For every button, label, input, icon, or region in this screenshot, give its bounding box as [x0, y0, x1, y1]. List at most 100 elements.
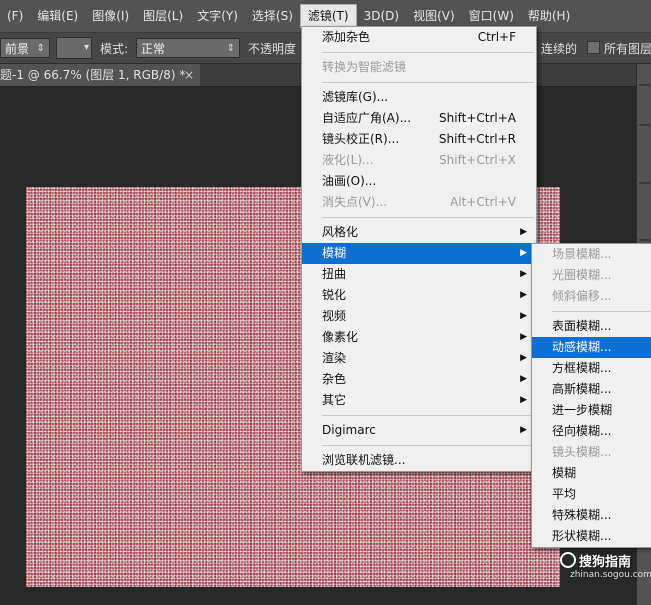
menubar-item[interactable]: 文字(Y): [190, 4, 245, 28]
menu-item[interactable]: 扭曲 ▶: [302, 264, 536, 285]
menu-item-label: 添加杂色: [322, 30, 371, 44]
menu-item[interactable]: 像素化 ▶: [302, 327, 536, 348]
menu-item-label: 像素化: [322, 330, 359, 344]
watermark-text: 搜狗指南: [579, 555, 632, 570]
menu-item[interactable]: 杂色 ▶: [302, 369, 536, 390]
menu-item-label: 视频: [322, 309, 347, 323]
pattern-picker[interactable]: ▾: [56, 37, 92, 59]
menu-item-label: 转换为智能滤镜: [322, 60, 407, 74]
menu-item-label: 倾斜偏移...: [552, 289, 612, 303]
menu-item[interactable]: 其它 ▶: [302, 390, 536, 411]
menu-item[interactable]: 平均: [532, 484, 651, 505]
submenu-arrow-icon: ▶: [520, 290, 527, 300]
menu-item[interactable]: 锐化 ▶: [302, 285, 536, 306]
menu-item-label: Digimarc: [322, 423, 376, 437]
menu-item: 镜头模糊...: [532, 442, 651, 463]
menu-item-label: 渲染: [322, 351, 347, 365]
menu-item[interactable]: 自适应广角(A)... Shift+Ctrl+A: [302, 108, 536, 129]
menu-item[interactable]: Digimarc ▶: [302, 420, 536, 441]
menu-item-label: 模糊: [552, 466, 577, 480]
menu-item-label: 径向模糊...: [552, 424, 612, 438]
menu-item[interactable]: 添加杂色 Ctrl+F: [302, 27, 536, 48]
menu-item: 消失点(V)... Alt+Ctrl+V: [302, 192, 536, 213]
menu-item-label: 液化(L)...: [322, 153, 374, 167]
menu-item: 转换为智能滤镜: [302, 57, 536, 78]
menu-item[interactable]: 进一步模糊: [532, 400, 651, 421]
select-arrow-icon: ⇕: [36, 43, 45, 54]
menu-item[interactable]: 方框模糊...: [532, 358, 651, 379]
menu-item-shortcut: Shift+Ctrl+A: [439, 111, 516, 125]
menubar-item[interactable]: 图像(I): [85, 4, 136, 28]
menu-item-label: 场景模糊...: [552, 247, 612, 261]
menu-item-label: 其它: [322, 393, 347, 407]
filter-menu: 添加杂色 Ctrl+F 转换为智能滤镜滤镜库(G)... 自适应广角(A)... Shi…: [301, 26, 537, 472]
document-tab[interactable]: 标题-1 @ 66.7% (图层 1, RGB/8) * ×: [0, 64, 200, 86]
mode-label: 模式:: [100, 42, 129, 56]
mode-value: 正常: [141, 42, 166, 56]
mode-select[interactable]: 正常 ⇕: [136, 38, 240, 58]
menu-item-label: 形状模糊...: [552, 529, 612, 543]
panel-divider: [639, 84, 650, 86]
menu-separator: [322, 52, 534, 53]
menu-item[interactable]: 形状模糊...: [532, 526, 651, 547]
menu-item[interactable]: 高斯模糊...: [532, 379, 651, 400]
menubar-item[interactable]: 选择(S): [245, 4, 300, 28]
panel-divider: [639, 182, 650, 184]
submenu-arrow-icon: ▶: [520, 248, 527, 258]
menubar-item[interactable]: 编辑(E): [30, 4, 85, 28]
menu-item-label: 锐化: [322, 288, 347, 302]
menu-item[interactable]: 径向模糊...: [532, 421, 651, 442]
menu-item-label: 消失点(V)...: [322, 195, 388, 209]
menu-item-label: 表面模糊...: [552, 319, 612, 333]
menu-item[interactable]: 滤镜库(G)...: [302, 87, 536, 108]
submenu-arrow-icon: ▶: [520, 332, 527, 342]
all-layers-checkbox[interactable]: [587, 41, 600, 54]
submenu-arrow-icon: ▶: [520, 374, 527, 384]
menubar-item[interactable]: 帮助(H): [521, 4, 577, 28]
menubar-item[interactable]: 图层(L): [136, 4, 190, 28]
fill-source-select[interactable]: 前景 ⇕: [0, 38, 50, 58]
menu-item-shortcut: Alt+Ctrl+V: [450, 195, 516, 209]
blur-submenu: 场景模糊... 光圈模糊... 倾斜偏移... 表面模糊... 动感模糊... 方框模糊.…: [531, 243, 651, 548]
close-icon[interactable]: ×: [184, 64, 194, 86]
submenu-arrow-icon: ▶: [520, 395, 527, 405]
menu-item[interactable]: 动感模糊...: [532, 337, 651, 358]
menubar-item[interactable]: 3D(D): [357, 4, 406, 28]
menu-item-label: 风格化: [322, 225, 359, 239]
menu-separator: [322, 415, 534, 416]
submenu-arrow-icon: ▶: [520, 311, 527, 321]
menu-item-label: 镜头模糊...: [552, 445, 612, 459]
menu-item-label: 动感模糊...: [552, 340, 612, 354]
menu-item-shortcut: Ctrl+F: [477, 30, 516, 44]
submenu-arrow-icon: ▶: [520, 353, 527, 363]
menu-item: 场景模糊...: [532, 244, 651, 265]
select-arrow-icon: ⇕: [226, 43, 235, 54]
menu-item-label: 光圈模糊...: [552, 268, 612, 282]
menu-item-label: 杂色: [322, 372, 347, 386]
opacity-label: 不透明度: [248, 42, 297, 56]
menubar-item[interactable]: (F): [0, 4, 30, 28]
menu-item-label: 油画(O)...: [322, 174, 377, 188]
menu-item[interactable]: 镜头校正(R)... Shift+Ctrl+R: [302, 129, 536, 150]
menu-item[interactable]: 油画(O)...: [302, 171, 536, 192]
menu-item-label: 镜头校正(R)...: [322, 132, 400, 146]
panel-divider: [639, 239, 650, 241]
submenu-arrow-icon: ▶: [520, 227, 527, 237]
menu-item-label: 特殊模糊...: [552, 508, 612, 522]
menubar-item[interactable]: 滤镜(T): [299, 4, 357, 28]
menu-item[interactable]: 模糊: [532, 463, 651, 484]
menu-item[interactable]: 视频 ▶: [302, 306, 536, 327]
menu-item: 光圈模糊...: [532, 265, 651, 286]
menu-item: 倾斜偏移...: [532, 286, 651, 307]
menu-item[interactable]: 渲染 ▶: [302, 348, 536, 369]
menubar-item[interactable]: 窗口(W): [462, 4, 521, 28]
menu-item[interactable]: 风格化 ▶: [302, 222, 536, 243]
menu-item[interactable]: 表面模糊...: [532, 316, 651, 337]
menu-item-shortcut: Shift+Ctrl+X: [439, 153, 516, 167]
menu-item-label: 平均: [552, 487, 577, 501]
menubar-item[interactable]: 视图(V): [406, 4, 462, 28]
menu-item[interactable]: 特殊模糊...: [532, 505, 651, 526]
menu-item[interactable]: 浏览联机滤镜...: [302, 450, 536, 471]
menu-item-label: 浏览联机滤镜...: [322, 453, 406, 467]
menu-item[interactable]: 模糊 ▶: [302, 243, 536, 264]
